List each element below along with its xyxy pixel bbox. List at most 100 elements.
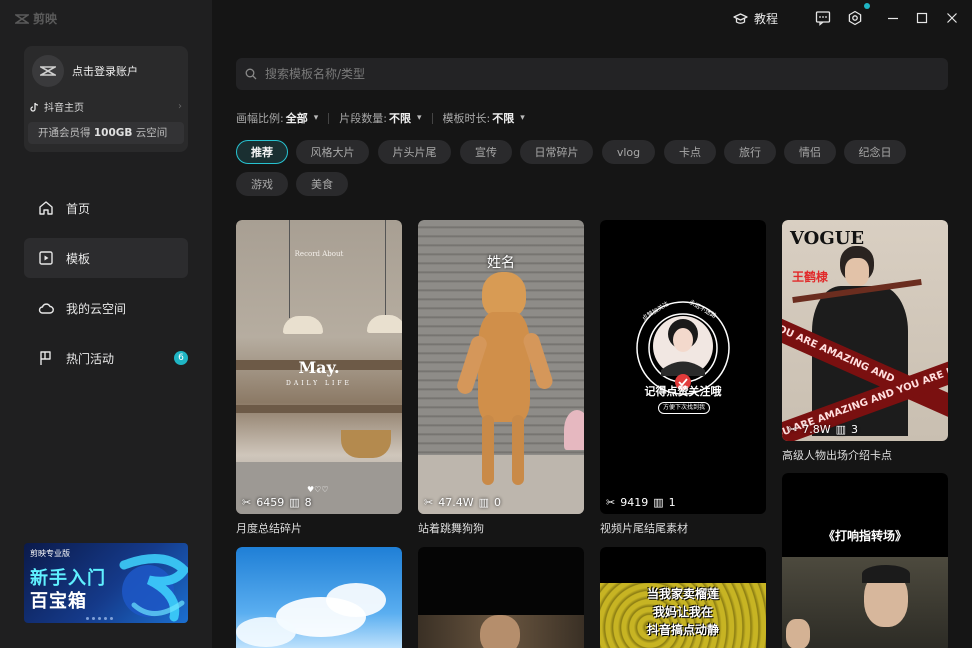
- vip-highlight: 100GB: [93, 127, 133, 139]
- close-icon[interactable]: [944, 10, 960, 26]
- template-thumbnail: YOU ARE AMAZING AND YOU ARE AMAZING AND …: [782, 220, 948, 441]
- chip-food[interactable]: 美食: [296, 172, 348, 196]
- template-icon: [39, 251, 53, 265]
- vip-promo-bar[interactable]: 开通会员得 100GB 云空间: [28, 122, 184, 144]
- heart-icon: ♥♡♡: [307, 485, 329, 494]
- home-icon: [39, 201, 53, 215]
- filter-value: 全部: [285, 112, 308, 125]
- maximize-icon[interactable]: [914, 10, 930, 26]
- chip-games[interactable]: 游戏: [236, 172, 288, 196]
- template-title: 月度总结碎片: [236, 522, 302, 535]
- overlay-text: May.: [298, 358, 340, 377]
- overlay-text: 姓名: [487, 255, 515, 271]
- template-thumbnail: Record About May. DAILY LIFE ♥♡♡ ✂ 6459 ▥…: [236, 220, 402, 514]
- template-title: 站着跳舞狗狗: [418, 522, 484, 535]
- sidebar-item-label: 模板: [66, 251, 91, 266]
- sidebar-item-templates[interactable]: 模板: [24, 238, 188, 278]
- account-card: 点击登录账户 抖音主页 › 开通会员得 100GB 云空间: [24, 46, 188, 152]
- filter-bar: 画幅比例: 全部 ▾ 片段数量: 不限 ▾ 模板时长: 不限 ▾: [236, 110, 525, 126]
- template-thumbnail: [418, 547, 584, 648]
- uses-count: 6459: [256, 496, 285, 509]
- template-thumbnail: [236, 547, 402, 648]
- template-thumbnail: 《打响指转场》: [782, 473, 948, 648]
- douyin-label: 抖音主页: [44, 103, 84, 114]
- sidebar-item-events[interactable]: 热门活动 6: [24, 338, 188, 378]
- sidebar-nav: 首页 模板 我的云空间 热门活动 6: [24, 188, 188, 388]
- chevron-right-icon: ›: [178, 101, 182, 112]
- uses-icon: ✂: [242, 496, 252, 509]
- chip-style[interactable]: 风格大片: [296, 140, 369, 164]
- chevron-down-icon: ▾: [416, 113, 422, 123]
- notification-badge: 6: [174, 351, 188, 365]
- uses-count: 47.4W: [438, 496, 474, 509]
- template-thumbnail: 姓名 ✂ 47.4W ▥ 0: [418, 220, 584, 514]
- chip-daily[interactable]: 日常碎片: [520, 140, 593, 164]
- login-link[interactable]: 点击登录账户: [72, 63, 138, 79]
- chip-intro-outro[interactable]: 片头片尾: [378, 140, 451, 164]
- vip-suffix: 云空间: [132, 127, 168, 139]
- sidebar-item-label: 首页: [66, 201, 91, 216]
- template-title: 视频片尾结尾素材: [600, 522, 688, 535]
- template-card[interactable]: 点赞加关注 永远不迷路 记得点赞关注哦 方便下次找到我 ✂ 9419 ▥ 1 视频片…: [600, 220, 766, 536]
- chevron-down-icon: ▾: [313, 113, 319, 123]
- clips-icon: ▥: [835, 423, 846, 436]
- clips-icon: ▥: [478, 496, 489, 509]
- template-card[interactable]: 姓名 ✂ 47.4W ▥ 0 站着跳舞狗狗: [418, 220, 584, 536]
- template-title: 高级人物出场介绍卡点: [782, 449, 892, 462]
- tutorial-label: 教程: [754, 12, 779, 26]
- filter-clip-count[interactable]: 片段数量: 不限 ▾: [339, 110, 421, 126]
- sidebar-item-label: 热门活动: [66, 351, 115, 366]
- chip-anniversary[interactable]: 纪念日: [844, 140, 906, 164]
- avatar[interactable]: [32, 55, 64, 87]
- overlay-text: 抖音搞点动静: [646, 623, 719, 637]
- minimize-icon[interactable]: [885, 10, 901, 26]
- graduation-cap-icon: [733, 12, 748, 24]
- promo-line-1: 新手入门: [30, 568, 106, 589]
- carousel-dots[interactable]: [86, 617, 113, 620]
- feedback-icon[interactable]: [815, 10, 831, 26]
- template-card[interactable]: [418, 547, 584, 648]
- overlay-text: 我妈让我在: [652, 605, 713, 619]
- template-card[interactable]: YOU ARE AMAZING AND YOU ARE AMAZING AND …: [782, 220, 948, 463]
- promo-logo: 剪映专业版: [30, 549, 70, 558]
- template-card[interactable]: [236, 547, 402, 648]
- overlay-text: 王鹤棣: [792, 270, 829, 284]
- chevron-down-icon: ▾: [520, 113, 525, 123]
- clips-count: 8: [304, 496, 312, 509]
- chip-couple[interactable]: 情侣: [784, 140, 836, 164]
- template-card[interactable]: 《打响指转场》: [782, 473, 948, 648]
- chip-travel[interactable]: 旅行: [724, 140, 776, 164]
- title-bar: 教程: [212, 0, 972, 36]
- search-input[interactable]: [265, 67, 865, 81]
- capcut-logo-icon: [40, 66, 56, 76]
- template-search-bar[interactable]: [236, 58, 948, 90]
- app-logo-text: 剪映: [33, 12, 58, 26]
- sidebar-item-home[interactable]: 首页: [24, 188, 188, 228]
- tutorial-button[interactable]: 教程: [733, 10, 778, 27]
- template-thumbnail: 当我家卖榴莲 我妈让我在 抖音搞点动静: [600, 547, 766, 648]
- capcut-logo-icon: [15, 13, 29, 24]
- chip-beat[interactable]: 卡点: [664, 140, 716, 164]
- template-card[interactable]: 当我家卖榴莲 我妈让我在 抖音搞点动静: [600, 547, 766, 648]
- filter-label: 画幅比例:: [236, 112, 284, 125]
- uses-icon: ✂: [606, 496, 616, 509]
- cloud-icon: [38, 303, 54, 314]
- beginner-promo-banner[interactable]: 剪映专业版 新手入门 百宝箱: [24, 543, 188, 623]
- chip-vlog[interactable]: vlog: [602, 140, 655, 164]
- settings-icon[interactable]: [847, 10, 863, 26]
- clips-count: 1: [668, 496, 676, 509]
- douyin-home-link[interactable]: 抖音主页 ›: [30, 99, 182, 114]
- overlay-text: 《打响指转场》: [822, 529, 907, 543]
- template-card[interactable]: Record About May. DAILY LIFE ♥♡♡ ✂ 6459 ▥…: [236, 220, 402, 536]
- sidebar-item-label: 我的云空间: [66, 301, 127, 316]
- chip-promo[interactable]: 宣传: [460, 140, 512, 164]
- filter-aspect-ratio[interactable]: 画幅比例: 全部 ▾: [236, 110, 318, 126]
- filter-value: 不限: [388, 112, 411, 125]
- uses-icon: ✂: [788, 423, 798, 436]
- chip-recommended[interactable]: 推荐: [236, 140, 288, 164]
- template-stats: ✂ 7.8W ▥ 3: [788, 423, 858, 436]
- sidebar-item-cloud[interactable]: 我的云空间: [24, 288, 188, 328]
- vip-prefix: 开通会员得: [38, 127, 94, 139]
- template-stats: ✂ 47.4W ▥ 0: [424, 496, 501, 509]
- filter-duration[interactable]: 模板时长: 不限 ▾: [443, 110, 525, 126]
